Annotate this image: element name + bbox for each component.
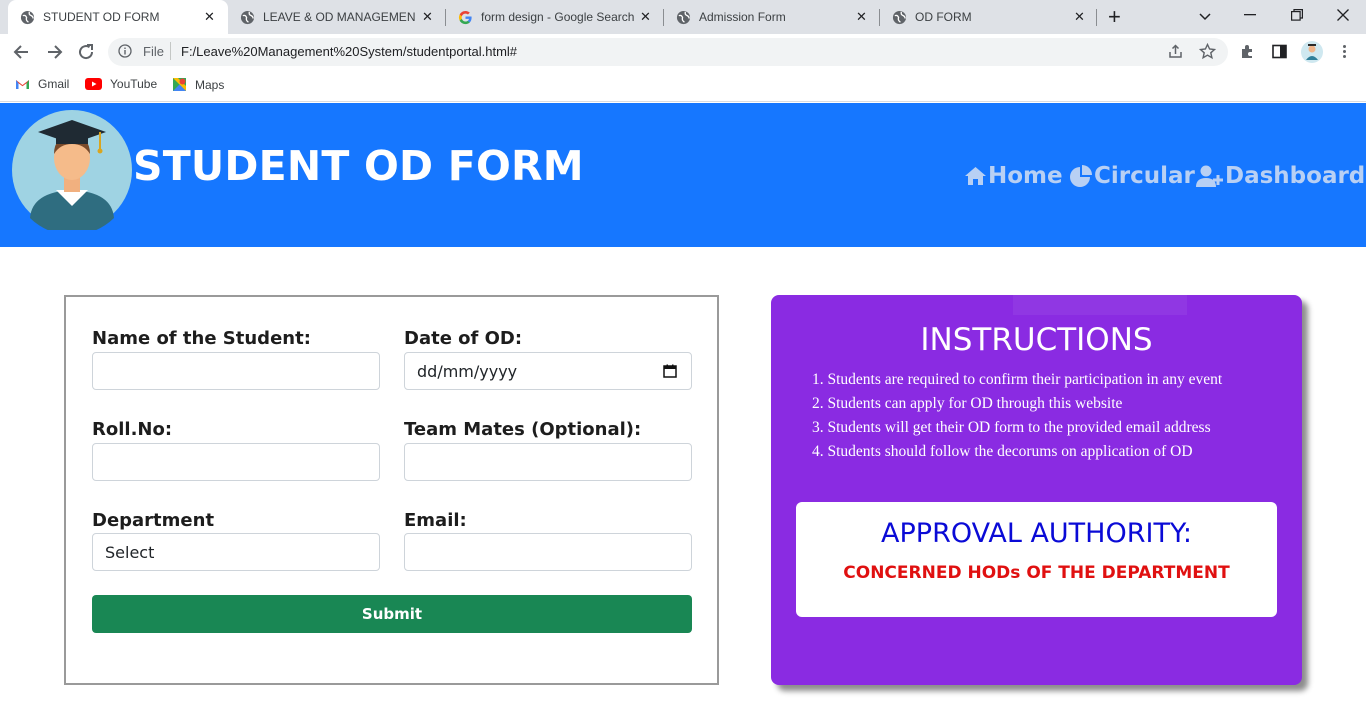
tab-form-design-search[interactable]: form design - Google Search ✕ [446,0,664,34]
tab-title: STUDENT OD FORM [43,10,160,24]
maps-icon [173,78,186,91]
restore-icon[interactable] [1291,9,1303,21]
address-separator [170,42,171,60]
tab-separator [1096,9,1097,26]
name-label: Name of the Student: [92,328,311,349]
bookmark-maps[interactable]: Maps [172,77,224,92]
nav-dashboard-label: Dashboard [1225,163,1366,189]
department-selected: Select [105,542,155,562]
side-panel-icon[interactable] [1271,43,1288,60]
instruction-item: 2. Students can apply for OD through thi… [812,395,1123,412]
new-tab-button[interactable]: + [1108,6,1121,28]
nav-home-label: Home [988,163,1063,189]
team-mates-input[interactable] [404,443,692,481]
tab-leave-od-management[interactable]: LEAVE & OD MANAGEMENT ✕ [228,0,446,34]
tab-admission-form[interactable]: Admission Form ✕ [664,0,880,34]
calendar-icon[interactable] [663,364,677,378]
instruction-item: 4. Students should follow the decorums o… [812,443,1193,460]
close-icon[interactable]: ✕ [1074,9,1085,25]
nav-home[interactable]: Home [964,163,1063,189]
globe-icon [20,10,35,25]
tab-title: OD FORM [915,10,972,24]
email-field[interactable] [404,533,692,571]
info-icon[interactable] [118,44,132,58]
tab-student-od-form[interactable]: STUDENT OD FORM ✕ [8,0,228,34]
instructions-list: 1. Students are required to confirm thei… [812,368,1222,464]
date-placeholder: dd/mm/yyyy [417,361,518,381]
menu-icon[interactable] [1336,43,1353,60]
department-label: Department [92,510,215,531]
nav-dashboard[interactable]: Dashboard [1196,163,1365,189]
student-name-input[interactable] [92,352,380,390]
student-avatar [12,110,132,230]
team-label: Team Mates (Optional): [404,419,642,440]
submit-button[interactable]: Submit [92,595,692,633]
bookmark-label: YouTube [110,77,158,91]
instruction-item: 3. Students will get their OD form to th… [812,419,1211,436]
profile-avatar[interactable] [1301,41,1323,63]
youtube-icon [85,78,102,90]
department-select[interactable]: Select [92,533,380,571]
user-plus-icon [1196,165,1223,187]
approval-title: APPROVAL AUTHORITY: [881,518,1192,549]
pie-chart-icon [1070,165,1092,187]
close-icon[interactable]: ✕ [422,9,433,25]
email-label: Email: [404,510,467,531]
roll-number-input[interactable] [92,443,380,481]
tooltip-overlay [1013,295,1187,315]
tab-title: form design - Google Search [481,10,635,24]
od-date-input[interactable]: dd/mm/yyyy [404,352,692,390]
share-icon[interactable] [1167,43,1184,60]
close-icon[interactable]: ✕ [640,9,651,25]
bookmark-label: Gmail [38,77,70,91]
reload-icon[interactable] [76,42,96,62]
close-window-icon[interactable] [1337,9,1349,21]
extensions-icon[interactable] [1239,43,1256,60]
instruction-item: 1. Students are required to confirm thei… [812,371,1223,388]
page-title: STUDENT OD FORM [133,142,584,190]
url-text[interactable]: F:/Leave%20Management%20System/studentpo… [181,44,517,59]
roll-label: Roll.No: [92,419,173,440]
tab-title: Admission Form [699,10,786,24]
google-icon [458,10,472,25]
bookmark-gmail[interactable]: Gmail [15,77,69,91]
tab-od-form[interactable]: OD FORM ✕ [880,0,1096,34]
bookmark-label: Maps [195,77,225,92]
approval-authority: CONCERNED HODs OF THE DEPARTMENT [843,563,1230,583]
close-icon[interactable]: ✕ [204,9,215,25]
tab-title: LEAVE & OD MANAGEMENT [263,10,415,24]
gmail-icon [16,80,29,89]
nav-circular-label: Circular [1094,163,1195,189]
forward-icon[interactable] [44,42,64,62]
scheme-label: File [143,44,164,59]
globe-icon [676,10,691,25]
globe-icon [240,10,255,25]
bookmark-youtube[interactable]: YouTube [85,77,157,91]
minimize-icon[interactable] [1244,14,1256,16]
close-icon[interactable]: ✕ [856,9,867,25]
home-icon [965,167,986,185]
date-label: Date of OD: [404,328,523,349]
nav-circular[interactable]: Circular [1070,163,1195,189]
star-icon[interactable] [1199,43,1216,60]
instructions-title: INSTRUCTIONS [920,322,1153,358]
back-icon[interactable] [12,42,32,62]
tab-search-icon[interactable] [1198,9,1212,23]
globe-icon [892,10,907,25]
